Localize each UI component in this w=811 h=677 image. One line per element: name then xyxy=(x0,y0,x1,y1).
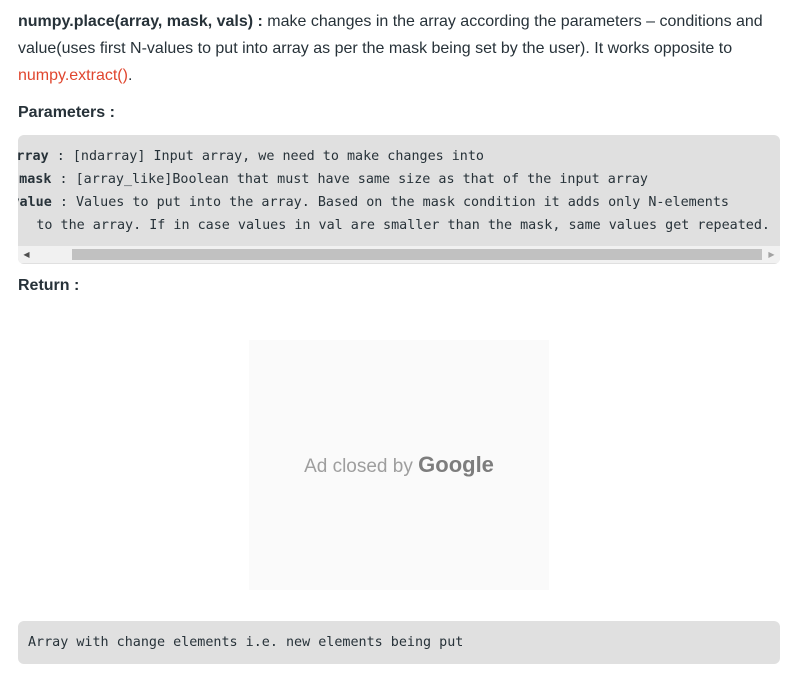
numpy-extract-link[interactable]: numpy.extract() xyxy=(18,67,128,84)
scroll-left-arrow-icon[interactable]: ◀ xyxy=(18,246,35,263)
parameter-line-value: value : Values to put into the array. Ba… xyxy=(18,191,729,214)
function-signature: numpy.place(array, mask, vals) : xyxy=(18,13,263,30)
function-description: numpy.place(array, mask, vals) : make ch… xyxy=(18,0,780,89)
parameter-name: mask xyxy=(19,172,52,187)
parameter-desc: : [ndarray] Input array, we need to make… xyxy=(48,149,484,164)
closed-ad-placeholder: Ad closed by Google xyxy=(249,340,549,590)
ad-closed-text: Ad closed by Google xyxy=(249,452,549,478)
parameter-desc: to the array. If in case values in val a… xyxy=(36,218,770,233)
parameters-code-block: array : [ndarray] Input array, we need t… xyxy=(18,135,780,264)
article-content: numpy.place(array, mask, vals) : make ch… xyxy=(18,0,780,664)
return-heading: Return : xyxy=(18,277,80,294)
ad-closed-prefix: Ad closed by xyxy=(304,456,419,477)
google-logo-text: Google xyxy=(418,452,494,477)
parameter-line-continuation: to the array. If in case values in val a… xyxy=(36,214,770,237)
parameter-line-array: array : [ndarray] Input array, we need t… xyxy=(18,145,484,168)
return-code-block: Array with change elements i.e. new elem… xyxy=(18,621,780,664)
horizontal-scrollbar[interactable]: ◀ ▶ xyxy=(18,246,780,263)
parameter-name: value xyxy=(18,195,52,210)
parameters-heading: Parameters : xyxy=(18,104,115,121)
parameter-desc: : Values to put into the array. Based on… xyxy=(51,195,729,210)
parameter-line-mask: mask : [array_like]Boolean that must hav… xyxy=(19,168,648,191)
scrollbar-thumb[interactable] xyxy=(72,249,762,260)
parameters-code-scroll-area[interactable]: array : [ndarray] Input array, we need t… xyxy=(18,145,780,240)
return-value-text: Array with change elements i.e. new elem… xyxy=(28,635,464,650)
parameter-desc: : [array_like]Boolean that must have sam… xyxy=(51,172,648,187)
scroll-right-arrow-icon[interactable]: ▶ xyxy=(763,246,780,263)
parameter-name: array xyxy=(18,149,49,164)
description-trailing: . xyxy=(127,67,133,84)
